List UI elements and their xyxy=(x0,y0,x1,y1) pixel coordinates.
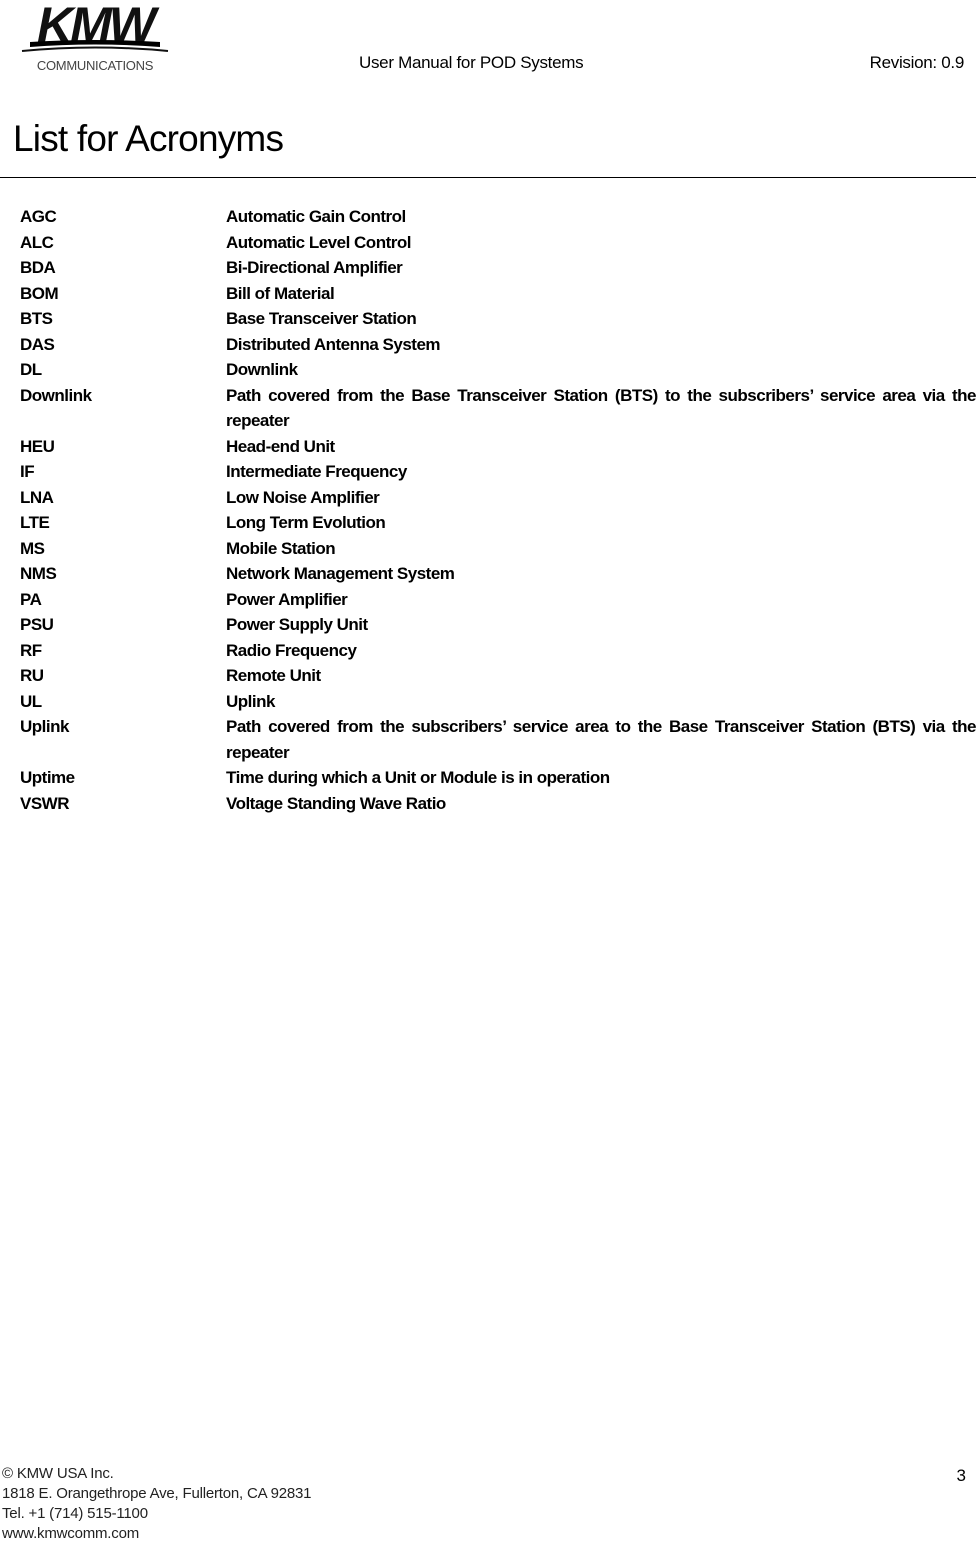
footer-phone: Tel. +1 (714) 515-1100 xyxy=(2,1505,148,1522)
acronym-row: BDA Bi-Directional Amplifier xyxy=(20,255,976,281)
page-title: List for Acronyms xyxy=(13,118,284,159)
acronym-term: VSWR xyxy=(20,793,70,813)
footer-address-block: © KMW USA Inc. 1818 E. Orangethrope Ave,… xyxy=(2,1464,311,1544)
acronym-definition: Downlink xyxy=(226,360,298,379)
acronym-term: PA xyxy=(20,589,42,609)
acronym-definition: Low Noise Amplifier xyxy=(226,487,380,507)
acronym-term: RU xyxy=(20,666,44,685)
acronym-term: ALC xyxy=(20,232,54,252)
acronym-row: NMS Network Management System xyxy=(20,561,976,587)
acronym-definition: Time during which a Unit or Module is in… xyxy=(226,768,610,787)
acronym-term: BOM xyxy=(20,283,59,303)
acronym-row: PSU Power Supply Unit xyxy=(20,612,976,638)
acronym-term: Downlink xyxy=(20,385,92,405)
acronym-row: BTS Base Transceiver Station xyxy=(20,306,976,332)
acronym-definition: Voltage Standing Wave Ratio xyxy=(226,793,446,813)
acronym-term: BDA xyxy=(20,258,56,277)
acronym-row: Downlink Path covered from the Base Trans… xyxy=(20,383,976,434)
acronym-definition: Network Management System xyxy=(226,564,455,583)
logo-tagline: COMMUNICATIONS xyxy=(37,58,154,73)
acronym-term: DL xyxy=(20,360,42,379)
acronym-definition: Intermediate Frequency xyxy=(226,462,407,481)
acronym-term: Uptime xyxy=(20,768,75,787)
acronym-term: Uplink xyxy=(20,717,69,736)
acronym-row: LNA Low Noise Amplifier xyxy=(20,485,976,511)
acronym-definition: Distributed Antenna System xyxy=(226,334,441,354)
acronym-definition: Power Amplifier xyxy=(226,589,348,609)
acronym-row: ALC Automatic Level Control xyxy=(20,230,976,256)
acronym-definition: Path covered from the subscribers’ servi… xyxy=(226,717,976,762)
acronym-row: DAS Distributed Antenna System xyxy=(20,332,976,358)
acronym-definition: Path covered from the Base Transceiver S… xyxy=(226,385,976,431)
acronym-row: Uptime Time during which a Unit or Module… xyxy=(20,765,976,791)
acronym-definition: Bi-Directional Amplifier xyxy=(226,258,403,277)
acronym-definition: Base Transceiver Station xyxy=(226,309,417,328)
footer-website: www.kmwcomm.com xyxy=(2,1525,140,1542)
acronym-list: AGC Automatic Gain Control ALC Automatic Le… xyxy=(20,204,976,816)
acronym-definition: Remote Unit xyxy=(226,666,321,685)
acronym-term: NMS xyxy=(20,564,57,583)
acronym-row: AGC Automatic Gain Control xyxy=(20,204,976,230)
acronym-term: PSU xyxy=(20,615,54,634)
acronym-definition: Mobile Station xyxy=(226,538,336,558)
acronym-definition: Automatic Gain Control xyxy=(226,207,406,226)
kmw-communications-logo: KMW COMMUNICATIONS xyxy=(18,0,172,76)
acronym-term: RF xyxy=(20,640,42,660)
footer-copyright: © KMW USA Inc. xyxy=(2,1465,114,1482)
footer-address: 1818 E. Orangethrope Ave, Fullerton, CA … xyxy=(2,1485,312,1502)
acronym-definition: Head-end Unit xyxy=(226,436,335,456)
acronym-row: MS Mobile Station xyxy=(20,536,976,562)
acronym-definition: Automatic Level Control xyxy=(226,232,411,252)
acronym-term: HEU xyxy=(20,436,55,456)
acronym-term: UL xyxy=(20,691,42,711)
acronym-definition: Radio Frequency xyxy=(226,640,357,660)
title-divider xyxy=(0,177,976,178)
acronym-definition: Uplink xyxy=(226,691,275,711)
acronym-row: RF Radio Frequency xyxy=(20,638,976,664)
acronym-row: DL Downlink xyxy=(20,357,976,383)
acronym-row: UL Uplink xyxy=(20,689,976,715)
acronym-row: VSWR Voltage Standing Wave Ratio xyxy=(20,791,976,817)
acronym-row: LTE Long Term Evolution xyxy=(20,510,976,536)
revision-label: Revision: 0.9 xyxy=(869,53,965,72)
acronym-definition: Long Term Evolution xyxy=(226,513,386,532)
acronym-term: IF xyxy=(20,462,35,481)
acronym-definition: Power Supply Unit xyxy=(226,615,368,634)
acronym-term: AGC xyxy=(20,207,57,226)
document-title: User Manual for POD Systems xyxy=(359,53,584,72)
acronym-definition: Bill of Material xyxy=(226,283,335,303)
acronym-row: HEU Head-end Unit xyxy=(20,434,976,460)
acronym-row: PA Power Amplifier xyxy=(20,587,976,613)
acronym-row: Uplink Path covered from the subscribers’… xyxy=(20,714,976,765)
acronym-term: MS xyxy=(20,538,45,558)
acronym-term: DAS xyxy=(20,334,55,354)
acronym-row: RU Remote Unit xyxy=(20,663,976,689)
acronym-term: LTE xyxy=(20,513,50,532)
acronym-row: BOM Bill of Material xyxy=(20,281,976,307)
acronym-term: BTS xyxy=(20,309,53,328)
acronym-row: IF Intermediate Frequency xyxy=(20,459,976,485)
acronym-term: LNA xyxy=(20,487,54,507)
page-number: 3 xyxy=(956,1466,966,1485)
